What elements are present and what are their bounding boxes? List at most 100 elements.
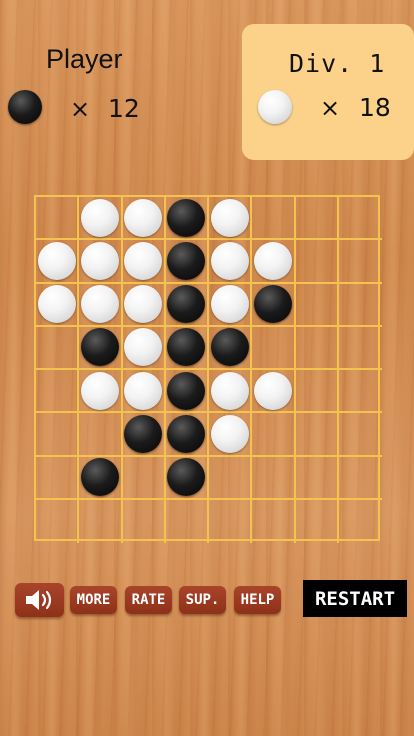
white-stone bbox=[210, 414, 249, 453]
board-cell[interactable] bbox=[122, 326, 166, 370]
board-cell[interactable] bbox=[165, 370, 209, 414]
board-cell[interactable] bbox=[295, 456, 339, 500]
board-cell[interactable] bbox=[252, 326, 296, 370]
black-stone bbox=[167, 328, 206, 367]
board-cell[interactable] bbox=[165, 326, 209, 370]
white-stone bbox=[253, 371, 292, 410]
opponent-times-symbol: × bbox=[320, 94, 341, 122]
board-cell[interactable] bbox=[79, 197, 123, 241]
board-cell[interactable] bbox=[295, 326, 339, 370]
board-cell[interactable] bbox=[296, 499, 339, 543]
board-cell[interactable] bbox=[252, 283, 296, 327]
board-cell[interactable] bbox=[36, 413, 80, 457]
white-stone bbox=[210, 371, 249, 410]
board-cell[interactable] bbox=[79, 283, 123, 327]
board-cell[interactable] bbox=[338, 197, 382, 241]
board-cell[interactable] bbox=[252, 240, 296, 284]
support-button[interactable]: SUP. bbox=[179, 586, 226, 614]
board-cell[interactable] bbox=[338, 284, 382, 327]
board-cell[interactable] bbox=[252, 413, 296, 457]
board-cell[interactable] bbox=[295, 370, 339, 414]
white-stone bbox=[124, 285, 163, 324]
white-stone bbox=[124, 198, 163, 237]
board-cell[interactable] bbox=[209, 283, 253, 327]
board-cell[interactable] bbox=[165, 197, 209, 241]
board-cell[interactable] bbox=[122, 456, 166, 500]
board-cell[interactable] bbox=[295, 413, 339, 457]
black-stone bbox=[124, 414, 163, 453]
restart-button[interactable]: RESTART bbox=[303, 580, 407, 617]
board-cell[interactable] bbox=[79, 456, 123, 500]
board-cell[interactable] bbox=[36, 283, 80, 327]
board-cell[interactable] bbox=[209, 370, 253, 414]
opponent-stone-icon bbox=[258, 90, 292, 124]
help-button[interactable]: HELP bbox=[234, 586, 281, 614]
white-stone bbox=[253, 241, 292, 280]
black-stone bbox=[167, 198, 206, 237]
board-cell[interactable] bbox=[209, 456, 253, 500]
board-cell[interactable] bbox=[122, 283, 166, 327]
board-cell[interactable] bbox=[252, 197, 296, 241]
sound-toggle-button[interactable] bbox=[15, 583, 64, 617]
board-cell[interactable] bbox=[165, 240, 209, 284]
player-stone-icon bbox=[8, 90, 42, 124]
board-cell[interactable] bbox=[36, 499, 80, 543]
board-cell[interactable] bbox=[36, 326, 80, 370]
board-cell[interactable] bbox=[79, 370, 123, 414]
black-stone bbox=[167, 371, 206, 410]
board-cell[interactable] bbox=[209, 326, 253, 370]
board-cell[interactable] bbox=[79, 326, 123, 370]
black-stone bbox=[167, 241, 206, 280]
board-cell[interactable] bbox=[122, 197, 166, 241]
board-cell[interactable] bbox=[338, 413, 382, 457]
board-cell[interactable] bbox=[252, 370, 296, 414]
black-stone bbox=[167, 285, 206, 324]
board-cell[interactable] bbox=[295, 240, 339, 284]
board-cell[interactable] bbox=[123, 499, 166, 543]
board-cell[interactable] bbox=[209, 240, 253, 284]
board-cell[interactable] bbox=[338, 457, 382, 500]
player-name: Player bbox=[46, 44, 123, 74]
board-cell[interactable] bbox=[36, 456, 80, 500]
board-cell[interactable] bbox=[209, 197, 253, 241]
white-stone bbox=[80, 285, 119, 324]
white-stone bbox=[210, 241, 249, 280]
white-stone bbox=[80, 371, 119, 410]
board-cell[interactable] bbox=[338, 327, 382, 370]
board-cell[interactable] bbox=[165, 283, 209, 327]
white-stone bbox=[210, 198, 249, 237]
game-board bbox=[34, 195, 382, 543]
board-cell[interactable] bbox=[79, 413, 123, 457]
white-stone bbox=[124, 371, 163, 410]
speaker-icon bbox=[25, 590, 51, 610]
board-cell[interactable] bbox=[165, 413, 209, 457]
board-cell[interactable] bbox=[36, 370, 80, 414]
board-cell[interactable] bbox=[252, 456, 296, 500]
board-cell[interactable] bbox=[295, 197, 339, 241]
board-cell[interactable] bbox=[252, 499, 296, 543]
board-cell[interactable] bbox=[122, 370, 166, 414]
board-cell[interactable] bbox=[79, 240, 123, 284]
opponent-panel: Div. 1 × 18 bbox=[242, 24, 414, 160]
more-button[interactable]: MORE bbox=[70, 586, 117, 614]
board-cell[interactable] bbox=[166, 499, 209, 543]
player-panel: Player × 12 bbox=[0, 0, 210, 150]
board-cell[interactable] bbox=[122, 240, 166, 284]
player-stone-count: 12 bbox=[108, 94, 140, 123]
board-cell[interactable] bbox=[338, 370, 382, 414]
white-stone bbox=[124, 241, 163, 280]
board-cell[interactable] bbox=[209, 413, 253, 457]
board-cell[interactable] bbox=[338, 240, 382, 284]
opponent-name: Div. 1 bbox=[289, 49, 386, 78]
board-cell[interactable] bbox=[36, 240, 80, 284]
board-cell[interactable] bbox=[36, 197, 80, 241]
board-cell[interactable] bbox=[79, 499, 123, 543]
board-cell[interactable] bbox=[209, 499, 253, 543]
white-stone bbox=[210, 285, 249, 324]
board-cell[interactable] bbox=[165, 456, 209, 500]
board-cell[interactable] bbox=[295, 283, 339, 327]
board-cell[interactable] bbox=[122, 413, 166, 457]
rate-button[interactable]: RATE bbox=[125, 586, 172, 614]
black-stone bbox=[210, 328, 249, 367]
board-cell[interactable] bbox=[339, 500, 382, 543]
